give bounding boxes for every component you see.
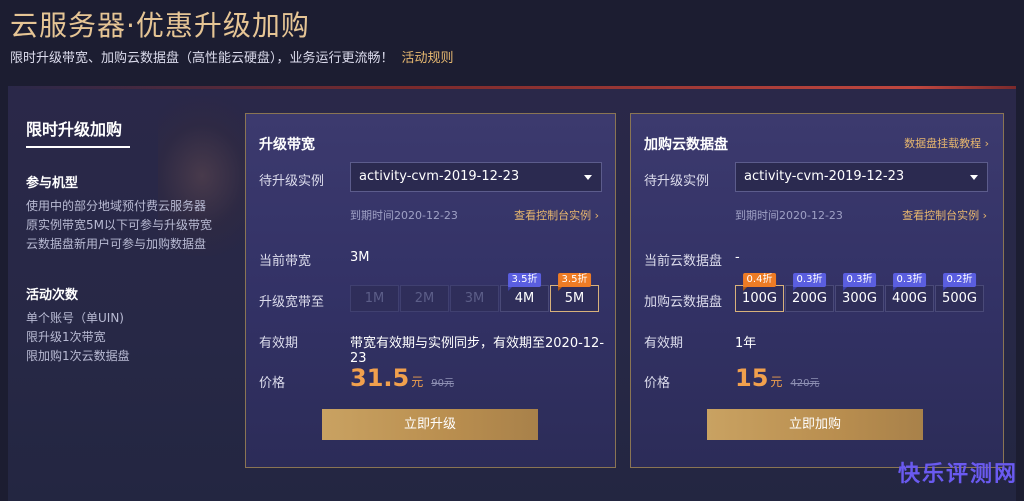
stage-top-line: [8, 86, 1016, 89]
price: 31.5 元 90元: [350, 364, 454, 392]
buy-disk-label: 加购云数据盘: [644, 295, 723, 310]
title-underline: [26, 146, 130, 148]
discount-tag: 0.2折: [942, 273, 977, 291]
option-label: 100G: [742, 291, 777, 306]
upgrade-button[interactable]: 立即升级: [322, 409, 538, 440]
current-disk-label: 当前云数据盘: [644, 254, 723, 269]
times-title: 活动次数: [26, 288, 79, 303]
instance-select[interactable]: activity-cvm-2019-12-23: [350, 162, 602, 192]
instance-label: 待升级实例: [259, 174, 325, 189]
disk-option[interactable]: 0.4折 100G: [735, 273, 784, 312]
mechanism-line: 云数据盘新用户可参与加购数据盘: [26, 237, 207, 251]
bandwidth-options: 1M 2M 3M 3.5折 4M 3.5折 5M: [350, 273, 600, 312]
price: 15 元 420元: [735, 364, 820, 392]
current-disk-value: -: [735, 250, 740, 265]
disk-card: 加购云数据盘 数据盘挂载教程 › 待升级实例 activity-cvm-2019…: [630, 113, 1004, 468]
instance-select-value: activity-cvm-2019-12-23: [359, 169, 520, 184]
upgrade-label: 升级宽带至: [259, 295, 325, 310]
instance-label: 待升级实例: [644, 174, 710, 189]
current-bandwidth-value: 3M: [350, 250, 370, 265]
validity-label: 有效期: [259, 336, 299, 351]
validity-value: 带宽有效期与实例同步，有效期至2020-12-23: [350, 336, 605, 366]
option-label: 400G: [892, 291, 927, 306]
validity-value: 1年: [735, 336, 757, 351]
buy-button[interactable]: 立即加购: [707, 409, 923, 440]
price-unit: 元: [770, 375, 783, 389]
bandwidth-card: 升级带宽 待升级实例 activity-cvm-2019-12-23 到期时间2…: [245, 113, 616, 468]
option-label: 3M: [464, 291, 485, 306]
tutorial-link[interactable]: 数据盘挂载教程 ›: [904, 135, 989, 151]
bandwidth-option[interactable]: 3M: [450, 285, 499, 312]
discount-tag: 0.3折: [892, 273, 927, 291]
expire-text: 到期时间2020-12-23: [735, 209, 843, 222]
bandwidth-option[interactable]: 2M: [400, 285, 449, 312]
page-subtitle: 限时升级带宽、加购云数据盘（高性能云硬盘），业务运行更流畅！ 活动规则: [10, 47, 454, 66]
price-unit: 元: [411, 375, 424, 389]
disk-options: 0.4折 100G 0.3折 200G 0.3折 300G 0.3折 400G 0.2折…: [735, 273, 985, 312]
original-price: 420元: [790, 378, 820, 389]
bandwidth-option[interactable]: 3.5折 5M: [550, 273, 599, 312]
option-label: 2M: [414, 291, 435, 306]
console-link[interactable]: 查看控制台实例 ›: [902, 207, 987, 223]
mechanism-line: 使用中的部分地域预付费云服务器: [26, 199, 207, 213]
discount-tag: 3.5折: [557, 273, 592, 291]
subtitle-text: 限时升级带宽、加购云数据盘（高性能云硬盘），业务运行更流畅！: [10, 51, 394, 66]
price-label: 价格: [644, 376, 671, 391]
option-label: 5M: [564, 291, 585, 306]
mechanism-line: 原实例带宽5M以下可参与升级带宽: [26, 218, 212, 232]
disk-option[interactable]: 0.3折 200G: [785, 273, 834, 312]
times-line: 单个账号（单UIN): [26, 311, 124, 325]
instance-select-value: activity-cvm-2019-12-23: [744, 169, 905, 184]
times-line: 限加购1次云数据盘: [26, 349, 130, 363]
option-label: 500G: [942, 291, 977, 306]
watermark: 快乐评测网: [897, 462, 1018, 487]
price-value: 31.5: [350, 364, 410, 392]
current-bandwidth-label: 当前带宽: [259, 254, 312, 269]
option-label: 200G: [792, 291, 827, 306]
page-title: 云服务器·优惠升级加购: [10, 9, 310, 42]
discount-tag: 0.3折: [842, 273, 877, 291]
option-label: 1M: [364, 291, 385, 306]
price-label: 价格: [259, 376, 286, 391]
console-link[interactable]: 查看控制台实例 ›: [514, 207, 599, 223]
left-panel: 限时升级加购 参与机型 使用中的部分地域预付费云服务器 原实例带宽5M以下可参与…: [26, 116, 236, 366]
option-label: 300G: [842, 291, 877, 306]
caret-down-icon: [970, 175, 978, 180]
disk-card-title: 加购云数据盘: [644, 137, 728, 153]
left-panel-title: 限时升级加购: [26, 120, 123, 139]
disk-option[interactable]: 0.3折 400G: [885, 273, 934, 312]
validity-label: 有效期: [644, 336, 684, 351]
discount-tag: 3.5折: [507, 273, 542, 291]
rules-link[interactable]: 活动规则: [402, 51, 454, 66]
times-line: 限升级1次带宽: [26, 330, 106, 344]
instance-select[interactable]: activity-cvm-2019-12-23: [735, 162, 988, 192]
option-label: 4M: [514, 291, 535, 306]
bandwidth-option[interactable]: 1M: [350, 285, 399, 312]
bandwidth-option[interactable]: 3.5折 4M: [500, 273, 549, 312]
expire-text: 到期时间2020-12-23: [350, 209, 458, 222]
disk-option[interactable]: 0.3折 300G: [835, 273, 884, 312]
disk-option[interactable]: 0.2折 500G: [935, 273, 984, 312]
mechanism-title: 参与机型: [26, 176, 79, 191]
discount-tag: 0.4折: [742, 273, 777, 291]
caret-down-icon: [584, 175, 592, 180]
discount-tag: 0.3折: [792, 273, 827, 291]
original-price: 90元: [431, 378, 454, 389]
bandwidth-card-title: 升级带宽: [259, 137, 315, 153]
price-value: 15: [735, 364, 769, 392]
